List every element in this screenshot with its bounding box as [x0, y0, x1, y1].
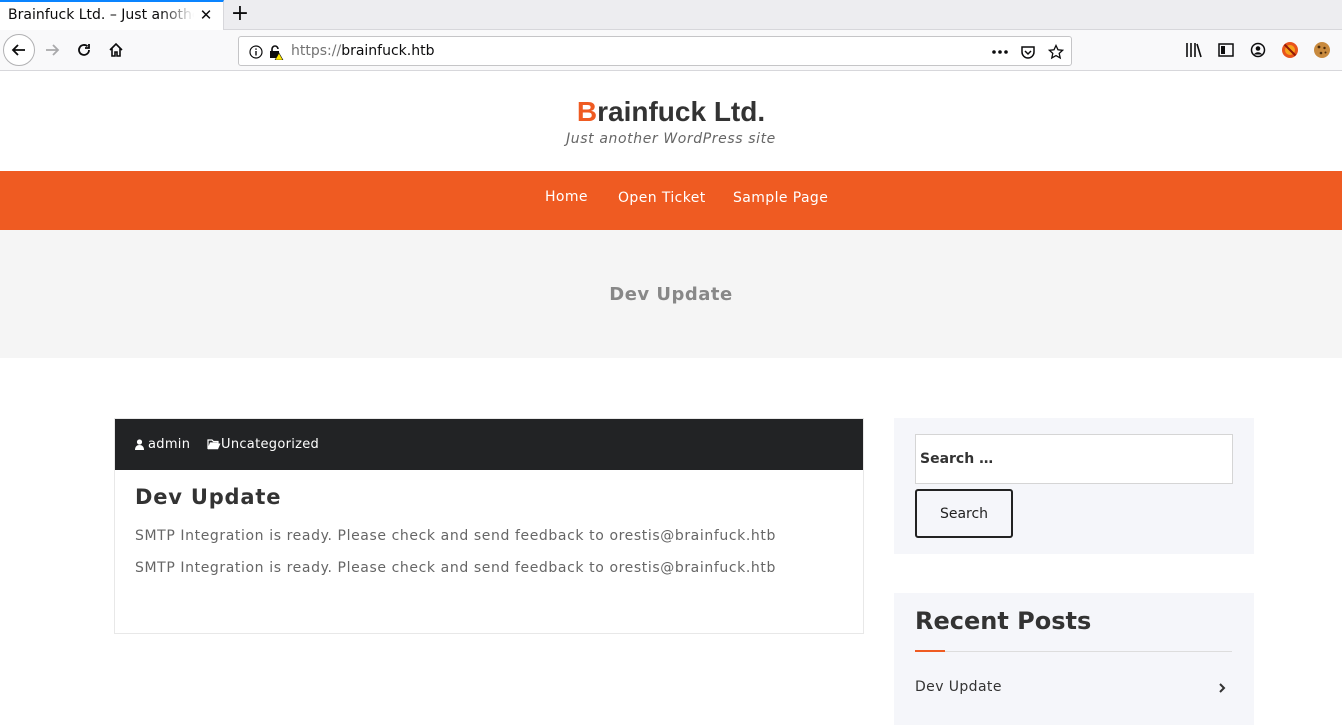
user-icon — [135, 439, 144, 450]
menu-item-home[interactable]: Home — [545, 189, 588, 205]
post-author[interactable]: admin — [135, 437, 190, 452]
url-text: https://brainfuck.htb — [291, 43, 434, 59]
forward-button[interactable] — [36, 34, 68, 66]
post-meta-bar: admin Uncategorized — [115, 419, 863, 470]
post-category-name: Uncategorized — [221, 437, 320, 452]
site-title[interactable]: Brainfuck Ltd. — [0, 96, 1342, 128]
account-icon[interactable] — [1249, 41, 1267, 59]
bookmark-star-icon[interactable] — [1047, 43, 1065, 61]
recent-posts-widget: Recent Posts Dev Update — [894, 593, 1254, 725]
post-paragraph-2: SMTP Integration is ready. Please check … — [135, 560, 776, 576]
url-scheme: https:// — [291, 43, 342, 59]
post-card: admin Uncategorized Dev Update SMTP Inte… — [114, 418, 864, 634]
widget-title-accent — [915, 650, 945, 652]
reload-button[interactable] — [68, 34, 100, 66]
insecure-lock-icon[interactable] — [267, 43, 285, 61]
chevron-right-icon — [1219, 683, 1226, 693]
site-title-first-letter: B — [576, 96, 598, 127]
cookie-extension-icon[interactable] — [1313, 41, 1331, 59]
reload-icon — [78, 44, 90, 56]
home-button[interactable] — [100, 34, 132, 66]
new-tab-icon[interactable]: + — [230, 3, 250, 25]
info-icon[interactable] — [247, 43, 265, 61]
blocker-extension-icon[interactable] — [1281, 41, 1299, 59]
folder-open-icon — [207, 439, 221, 450]
site-tagline: Just another WordPress site — [566, 131, 776, 147]
main-menu: Home Open Ticket Sample Page — [0, 171, 1342, 230]
page-banner-title: Dev Update — [609, 284, 733, 305]
library-icon[interactable] — [1185, 41, 1203, 59]
sidebar-toggle-icon[interactable] — [1217, 41, 1235, 59]
search-button[interactable]: Search — [915, 489, 1013, 538]
search-widget: Search — [894, 418, 1254, 554]
menu-item-sample-page[interactable]: Sample Page — [733, 190, 828, 206]
post-category[interactable]: Uncategorized — [207, 437, 319, 452]
browser-tab[interactable]: Brainfuck Ltd. – Just another WordPress … — [0, 0, 224, 30]
url-host: brainfuck.htb — [341, 43, 435, 59]
close-tab-icon[interactable]: ✕ — [198, 7, 214, 23]
home-icon — [109, 42, 123, 57]
site-title-rest: rainfuck Ltd. — [597, 96, 766, 127]
site-header: Brainfuck Ltd. Just another WordPress si… — [0, 72, 1342, 171]
post-author-name: admin — [148, 437, 191, 452]
post-paragraph-1: SMTP Integration is ready. Please check … — [135, 528, 776, 544]
post-title[interactable]: Dev Update — [135, 485, 281, 509]
url-bar[interactable]: https://brainfuck.htb — [238, 36, 1072, 66]
page-actions-icon[interactable] — [991, 43, 1009, 61]
recent-post-label: Dev Update — [915, 679, 1002, 695]
back-button[interactable] — [3, 34, 35, 66]
menu-item-open-ticket[interactable]: Open Ticket — [618, 190, 706, 206]
tab-title: Brainfuck Ltd. – Just another WordPress … — [8, 7, 194, 23]
recent-post-item[interactable]: Dev Update — [915, 679, 1232, 699]
forward-arrow-icon — [46, 44, 60, 56]
page-banner: Dev Update — [0, 230, 1342, 358]
browser-tab-bar: Brainfuck Ltd. – Just another WordPress … — [0, 0, 1342, 30]
widget-title-divider — [915, 651, 1232, 652]
browser-nav-bar: https://brainfuck.htb — [0, 30, 1342, 71]
search-input[interactable] — [915, 434, 1233, 484]
recent-posts-title: Recent Posts — [915, 607, 1092, 635]
back-arrow-icon — [11, 44, 25, 56]
pocket-icon[interactable] — [1019, 43, 1037, 61]
